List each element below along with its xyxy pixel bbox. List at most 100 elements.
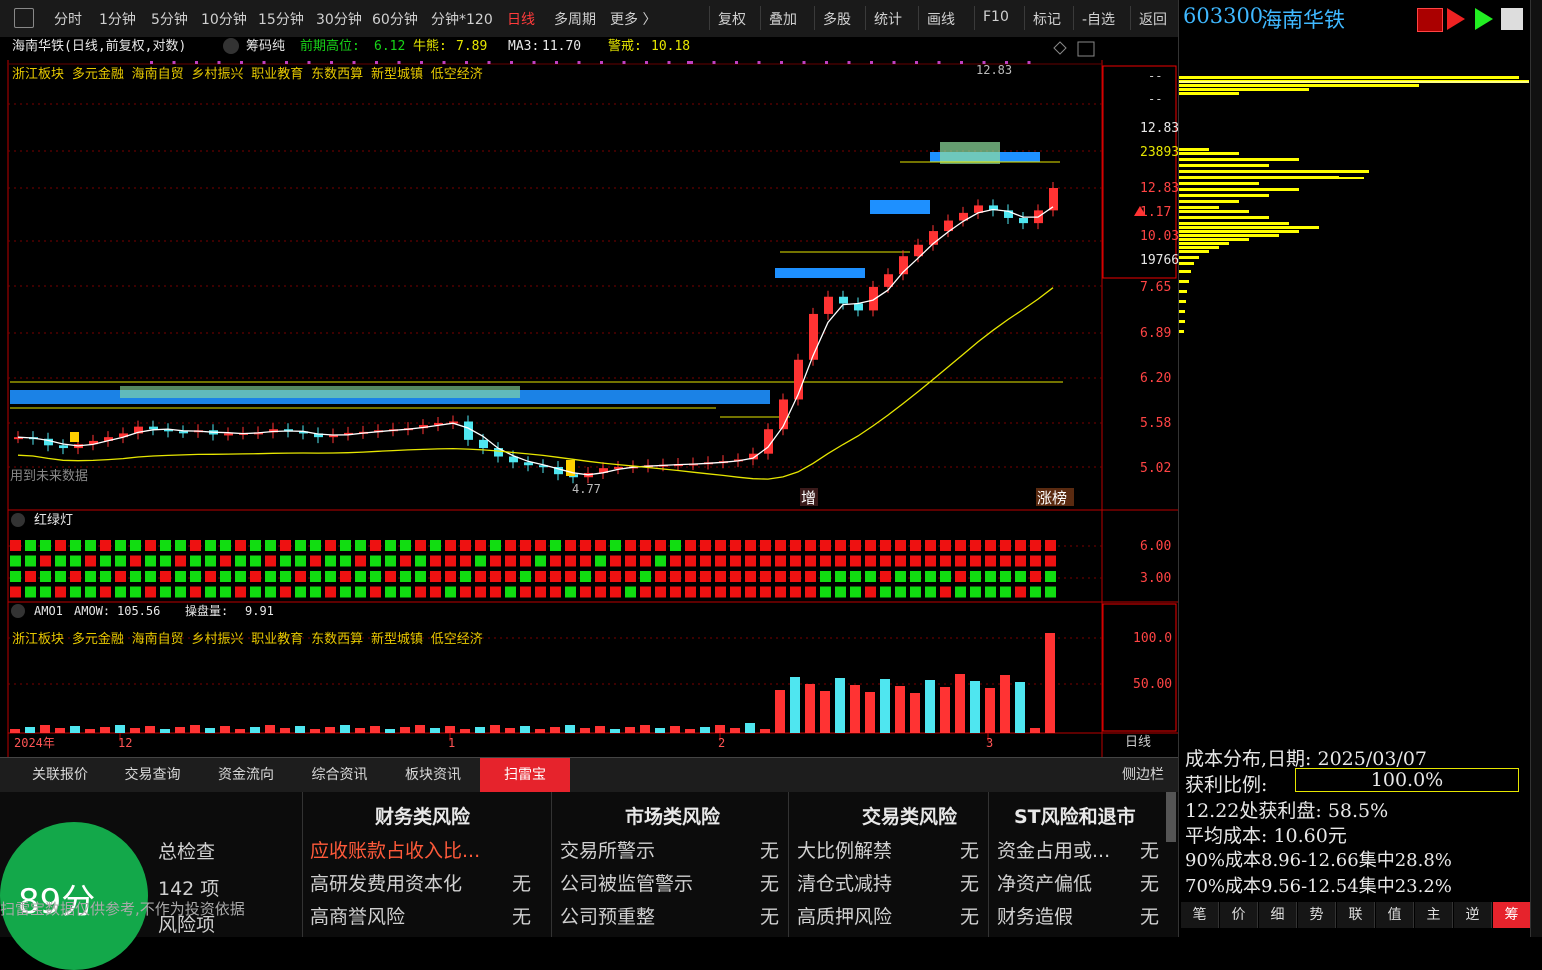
scrollbar-thumb[interactable]	[1166, 792, 1176, 842]
right-tab-3[interactable]: 势	[1298, 902, 1336, 928]
period-tab-7[interactable]: 分钟*120	[431, 9, 493, 29]
finance-icon[interactable]	[1417, 8, 1443, 32]
right-tab-7[interactable]: 逆	[1454, 902, 1492, 928]
bottom-tab-1[interactable]: 交易查询	[106, 758, 199, 792]
toolbar-action-5[interactable]: F10	[983, 9, 1009, 25]
volume-bar	[70, 726, 80, 733]
concept-tags: 浙江板块 多元金融 海南自贸 乡村振兴 职业教育 东数西算 新型城镇 低空经济	[12, 66, 483, 82]
redgreen-cell	[250, 586, 261, 598]
indicator-menu-icon[interactable]	[223, 38, 239, 54]
redgreen-cell	[235, 555, 246, 567]
period-tab-8[interactable]: 日线	[507, 9, 535, 29]
redgreen-cell	[940, 540, 951, 551]
redgreen-cell	[640, 586, 651, 598]
chip-bar	[1179, 310, 1185, 313]
redgreen-cell	[70, 586, 81, 598]
flag-red-icon[interactable]	[1447, 8, 1465, 30]
redgreen-cell	[595, 586, 606, 598]
chip-bar	[1179, 330, 1184, 333]
redgreen-cell	[595, 555, 606, 567]
candle-body	[70, 432, 79, 442]
scan-item-value-3-2: 无	[1140, 906, 1160, 928]
scan-item-1-1[interactable]: 公司被监管警示	[560, 869, 693, 896]
toolbar-action-4[interactable]: 画线	[927, 9, 955, 29]
scan-item-2-0[interactable]: 大比例解禁	[797, 836, 892, 863]
bottom-tab-5[interactable]: 扫雷宝	[480, 758, 570, 792]
redgreen-cell	[10, 571, 21, 582]
right-tab-6[interactable]: 主	[1415, 902, 1453, 928]
amo-menu-icon[interactable]	[11, 604, 25, 618]
bottom-tab-2[interactable]: 资金流向	[199, 758, 293, 792]
right-tab-0[interactable]: 笔	[1181, 902, 1219, 928]
redgreen-cell	[565, 555, 576, 567]
period-tab-10[interactable]: 更多 〉	[610, 9, 656, 29]
scan-item-1-2[interactable]: 公司预重整	[560, 902, 655, 929]
redgreen-cell	[10, 540, 21, 551]
redgreen-cell	[340, 555, 351, 567]
scan-item-3-1[interactable]: 净资产偏低	[997, 869, 1092, 896]
redgreen-cell	[70, 540, 81, 551]
bottom-tab-4[interactable]: 板块资讯	[386, 758, 480, 792]
redgreen-cell	[70, 555, 81, 567]
scan-item-3-2[interactable]: 财务造假	[997, 902, 1073, 929]
period-tab-3[interactable]: 10分钟	[201, 9, 247, 29]
bottom-tab-0[interactable]: 关联报价	[14, 758, 106, 792]
scan-item-0-2[interactable]: 高商誉风险	[310, 902, 405, 929]
bottom-tab-3[interactable]: 综合资讯	[293, 758, 386, 792]
period-tab-9[interactable]: 多周期	[554, 9, 596, 29]
scan-panel: 89分 总检查 142 项 风险项 扫雷宝数据仅供参考,不作为投资依据 财务类风…	[0, 792, 1178, 970]
toolbar-action-1[interactable]: 叠加	[769, 9, 797, 29]
right-tab-8[interactable]: 筹	[1493, 902, 1531, 928]
scan-item-3-0[interactable]: 资金占用或...	[997, 836, 1110, 863]
redgreen-cell	[535, 586, 546, 598]
period-tab-4[interactable]: 15分钟	[258, 9, 304, 29]
redgreen-cell	[295, 555, 306, 567]
redgreen-cell	[100, 571, 111, 582]
flag-green-icon[interactable]	[1475, 8, 1493, 30]
chip-bar	[1179, 238, 1249, 241]
toolbar-action-3[interactable]: 统计	[874, 9, 902, 29]
toolbar-action-6[interactable]: 标记	[1033, 9, 1061, 29]
redgreen-cell	[445, 555, 456, 567]
period-tab-5[interactable]: 30分钟	[316, 9, 362, 29]
toolbar-action-8[interactable]: 返回	[1139, 9, 1167, 29]
redgreen-cell	[415, 555, 426, 567]
grid-icon[interactable]	[1501, 8, 1523, 30]
redgreen-cell	[565, 540, 576, 551]
redgreen-cell	[205, 540, 216, 551]
right-tab-5[interactable]: 值	[1376, 902, 1414, 928]
period-tab-2[interactable]: 5分钟	[151, 9, 188, 29]
panel-toggle-icon[interactable]	[14, 8, 34, 28]
right-tab-1[interactable]: 价	[1220, 902, 1258, 928]
high-price-label: 12.83	[976, 63, 1012, 77]
right-tab-2[interactable]: 细	[1259, 902, 1297, 928]
toolbar-action-7[interactable]: -自选	[1082, 9, 1115, 29]
scan-item-1-0[interactable]: 交易所警示	[560, 836, 655, 863]
period-tab-1[interactable]: 1分钟	[99, 9, 136, 29]
period-tab-0[interactable]: 分时	[54, 9, 82, 29]
redgreen-cell	[85, 555, 96, 567]
kline-chart[interactable]: 12.83 23893 12.83 1.17 10.03% 19766 7.65 6.89 6.…	[0, 37, 1178, 757]
redgreen-cell	[355, 555, 366, 567]
scan-item-2-1[interactable]: 清仓式减持	[797, 869, 892, 896]
scan-item-0-1[interactable]: 高研发费用资本化	[310, 869, 462, 896]
toolbar-action-0[interactable]: 复权	[718, 9, 746, 29]
redgreen-cell	[850, 540, 861, 551]
chip-bar	[1179, 182, 1259, 185]
volume-bar	[25, 727, 35, 733]
redgreen-cell	[1045, 540, 1056, 551]
redgreen-cell	[400, 555, 411, 567]
volume-bar	[595, 726, 605, 733]
right-tab-4[interactable]: 联	[1337, 902, 1375, 928]
chip-bar	[1179, 148, 1209, 151]
volume-bar	[790, 677, 800, 733]
scan-item-2-2[interactable]: 高质押风险	[797, 902, 892, 929]
sidebar-toggle[interactable]: 侧边栏	[1110, 758, 1176, 792]
redgreen-cell	[745, 555, 756, 567]
price-axis-label-6: 7.65	[1140, 280, 1171, 295]
redgreen-cell	[160, 586, 171, 598]
redgreen-menu-icon[interactable]	[11, 513, 25, 527]
period-tab-6[interactable]: 60分钟	[372, 9, 418, 29]
toolbar-action-2[interactable]: 多股	[823, 9, 851, 29]
scan-item-0-0[interactable]: 应收账款占收入比...	[310, 836, 480, 863]
